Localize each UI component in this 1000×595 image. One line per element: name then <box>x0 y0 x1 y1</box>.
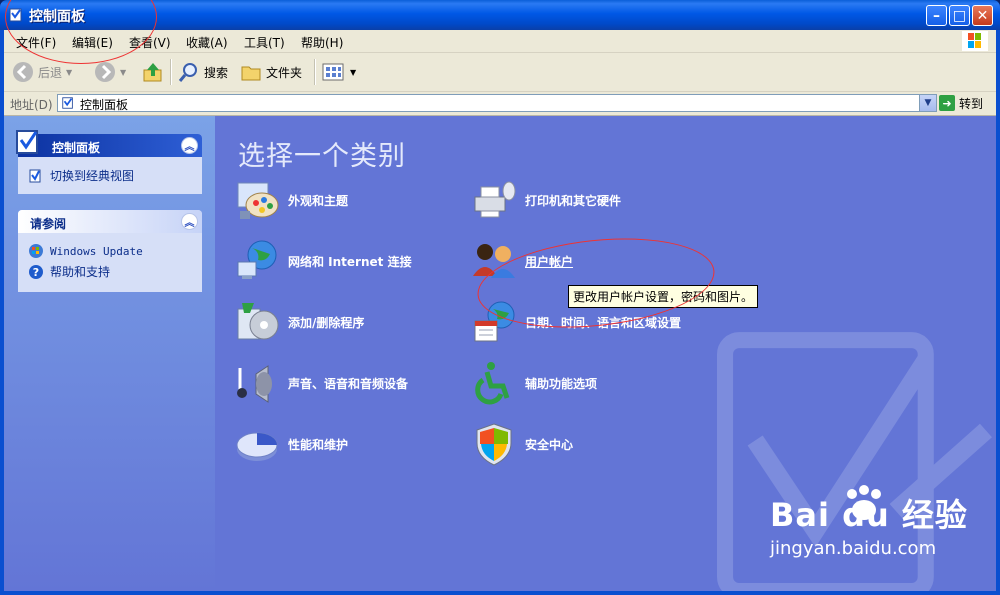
see-also-title: 请参阅 <box>30 217 67 231</box>
see-also-task-box: 请参阅 ︽ Windows Update ? 帮助和支持 <box>18 210 202 292</box>
svg-text:?: ? <box>33 266 39 279</box>
category-add-remove-programs[interactable]: 添加/删除程序 <box>234 299 364 345</box>
task-box-header[interactable]: 控制面板 ︽ <box>16 130 202 157</box>
back-button[interactable]: 后退 ▼ <box>12 60 72 84</box>
menu-favorites[interactable]: 收藏(A) <box>186 34 228 51</box>
category-appearance-themes[interactable]: 外观和主题 <box>234 177 348 223</box>
category-label: 辅助功能选项 <box>525 376 598 391</box>
switch-classic-view-label: 切换到经典视图 <box>50 169 135 183</box>
folder-icon <box>241 66 261 81</box>
category-security-center[interactable]: 安全中心 <box>471 421 573 467</box>
address-dropdown-icon[interactable]: ▼ <box>919 95 936 111</box>
switch-classic-view-link[interactable]: 切换到经典视图 <box>28 167 192 184</box>
windows-logo-icon <box>962 31 988 51</box>
up-folder-button[interactable] <box>142 60 164 84</box>
folders-button[interactable]: 文件夹 <box>240 60 302 84</box>
accessibility-icon <box>475 362 510 405</box>
minimize-button[interactable]: – <box>926 5 947 26</box>
address-value: 控制面板 <box>80 98 129 112</box>
control-panel-task-box: 控制面板 ︽ 切换到经典视图 <box>16 130 202 196</box>
category-label: 添加/删除程序 <box>288 315 365 330</box>
windows-update-link[interactable]: Windows Update <box>28 243 192 259</box>
folders-label: 文件夹 <box>266 65 303 80</box>
see-also-body: Windows Update ? 帮助和支持 <box>18 233 202 292</box>
forward-arrow-icon <box>95 62 115 82</box>
category-label: 声音、语音和音频设备 <box>288 376 409 391</box>
menu-bar: 文件(F) 编辑(E) 查看(V) 收藏(A) 工具(T) 帮助(H) <box>4 30 996 53</box>
collapse-chevron-icon[interactable]: ︽ <box>181 213 198 230</box>
classic-view-icon <box>29 169 41 182</box>
windows-update-icon <box>29 244 43 258</box>
appearance-themes-icon <box>237 182 279 219</box>
performance-pie-icon <box>236 432 278 461</box>
baidu-watermark: Bai du 经验 jingyan.baidu.com <box>770 485 968 559</box>
help-icon: ? <box>29 264 43 279</box>
window-border-bottom <box>0 591 1000 595</box>
category-label: 安全中心 <box>525 437 574 452</box>
views-dropdown-icon[interactable]: ▼ <box>350 68 356 77</box>
speaker-music-icon <box>237 365 272 403</box>
search-icon <box>178 63 197 82</box>
maximize-button[interactable]: □ <box>949 5 970 26</box>
control-panel-icon <box>16 130 38 154</box>
task-box-title: 控制面板 <box>52 141 101 155</box>
up-folder-icon <box>143 63 162 82</box>
paw-print-icon <box>847 485 881 520</box>
category-label: 网络和 Internet 连接 <box>288 254 412 269</box>
security-shield-icon <box>476 423 512 466</box>
category-label: 打印机和其它硬件 <box>525 193 622 208</box>
add-remove-programs-icon <box>237 303 279 340</box>
address-bar: 地址(D) 控制面板 ▼ ➜ 转到 <box>4 92 996 116</box>
network-globe-icon <box>237 240 277 279</box>
search-label: 搜索 <box>204 65 229 80</box>
category-performance-maintenance[interactable]: 性能和维护 <box>234 421 348 467</box>
forward-button[interactable]: ▼ <box>94 60 126 84</box>
task-pane: 控制面板 ︽ 切换到经典视图 请参阅 ︽ Windows Update ? 帮助… <box>4 116 215 591</box>
back-arrow-icon <box>13 62 33 82</box>
task-box-body: 切换到经典视图 <box>18 157 202 196</box>
toolbar-separator <box>314 59 316 85</box>
help-and-support-label: 帮助和支持 <box>50 265 111 279</box>
address-input[interactable]: 控制面板 ▼ <box>57 94 937 112</box>
collapse-chevron-icon[interactable]: ︽ <box>181 137 198 154</box>
go-button[interactable]: ➜ 转到 <box>939 94 983 112</box>
address-label: 地址(D) <box>10 98 53 112</box>
control-panel-window: 控制面板 – □ ✕ 文件(F) 编辑(E) 查看(V) 收藏(A) 工具(T)… <box>0 0 1000 595</box>
forward-dropdown-icon[interactable]: ▼ <box>120 68 126 77</box>
menu-tools[interactable]: 工具(T) <box>244 34 285 51</box>
toolbar: 后退 ▼ ▼ 搜索 文件夹 ▼ <box>4 53 996 92</box>
windows-update-label: Windows Update <box>50 244 143 258</box>
go-arrow-icon: ➜ <box>939 95 955 111</box>
printer-mouse-icon <box>474 181 516 218</box>
page-heading: 选择一个类别 <box>238 141 406 172</box>
see-also-header[interactable]: 请参阅 ︽ <box>18 210 202 233</box>
category-network-internet[interactable]: 网络和 Internet 连接 <box>234 238 412 284</box>
watermark-url: jingyan.baidu.com <box>770 538 937 559</box>
views-button[interactable]: ▼ <box>322 60 356 84</box>
window-border-right <box>996 30 1000 595</box>
toolbar-separator <box>170 59 172 85</box>
category-accessibility-options[interactable]: 辅助功能选项 <box>471 360 597 406</box>
control-panel-icon <box>62 97 73 109</box>
back-label: 后退 <box>38 65 63 80</box>
back-dropdown-icon[interactable]: ▼ <box>66 68 72 77</box>
help-and-support-link[interactable]: ? 帮助和支持 <box>28 263 192 280</box>
views-grid-icon <box>322 63 344 81</box>
search-button[interactable]: 搜索 <box>178 60 228 84</box>
go-label: 转到 <box>959 96 984 111</box>
close-button[interactable]: ✕ <box>972 5 993 26</box>
category-label: 外观和主题 <box>288 193 349 208</box>
menu-help[interactable]: 帮助(H) <box>301 34 343 51</box>
category-sound-speech-audio[interactable]: 声音、语音和音频设备 <box>234 360 408 406</box>
category-label: 性能和维护 <box>288 437 349 452</box>
category-printers-hardware[interactable]: 打印机和其它硬件 <box>471 177 621 223</box>
